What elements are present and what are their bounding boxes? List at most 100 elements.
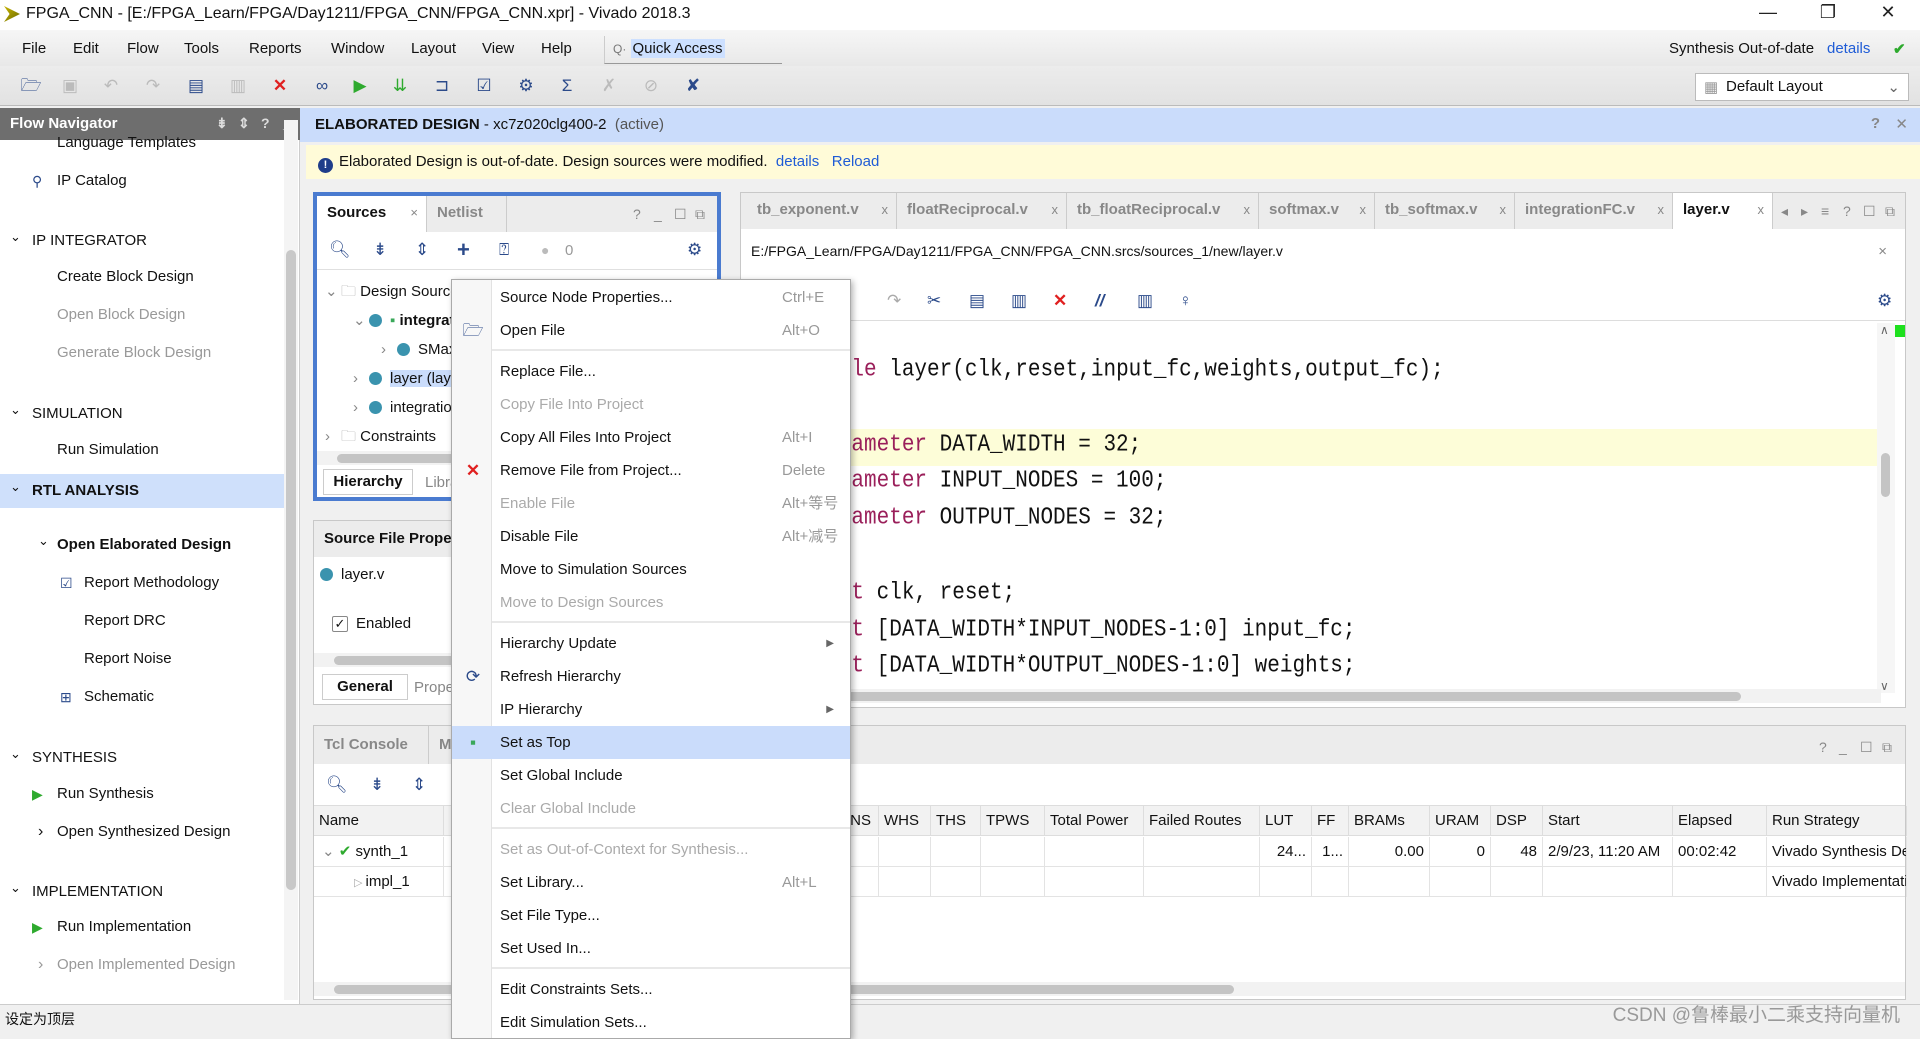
menu-item[interactable]: Move to Design Sources [452,586,850,619]
column-header[interactable]: FF [1312,806,1349,836]
flow-nav-item[interactable]: Run Simulation [0,433,284,467]
menu-item[interactable]: Disable File Alt+减号 [452,520,850,553]
cancel-icon[interactable]: ✘ [682,75,704,97]
flow-navigator-scrollbar[interactable] [284,120,298,1000]
close-icon[interactable]: ✕ [1895,115,1908,133]
column-header[interactable]: URAM [1430,806,1491,836]
chevron-right-icon[interactable]: › [353,365,369,393]
editor-hscroll[interactable] [741,689,1881,703]
column-header[interactable]: DSP [1491,806,1543,836]
menu-item[interactable]: Edit Simulation Sets... [452,1006,850,1039]
close-tab-icon[interactable]: x [1658,193,1665,227]
add-sources-icon[interactable]: + [457,237,470,263]
cut-icon[interactable]: ✂ [927,291,941,311]
undo-icon[interactable]: ↶ [100,75,122,97]
menu-reports[interactable]: Reports [249,40,302,57]
menu-edit[interactable]: Edit [73,40,99,57]
flow-nav-item[interactable]: Create Block Design [0,260,284,294]
flow-nav-item[interactable]: ⌄ Open Elaborated Design [0,528,284,562]
menu-item[interactable]: Set Library... Alt+L [452,866,850,899]
help-icon[interactable]: ? [1871,115,1880,132]
menu-item[interactable]: Source Node Properties... Ctrl+E [452,281,850,314]
editor-tab[interactable]: layer.v x [1673,193,1773,229]
copy-icon[interactable]: ▤ [185,75,207,97]
float-icon[interactable]: ⧉ [695,206,705,223]
column-header[interactable]: Run Strategy [1767,806,1907,836]
chevron-right-icon[interactable]: › [325,423,341,451]
close-button[interactable]: ✕ [1868,2,1908,23]
tab-sources[interactable]: Sources × [317,196,427,232]
enabled-checkbox[interactable]: ✓ Enabled [332,615,411,632]
gear-icon[interactable]: ⚙ [687,240,702,260]
flow-nav-item[interactable]: ⚲ IP Catalog [0,164,284,198]
column-icon[interactable]: ▥ [1137,291,1153,311]
banner-reload-link[interactable]: Reload [832,153,880,170]
float-icon[interactable]: ⧉ [1882,739,1892,756]
chevron-down-icon[interactable]: ⌄ [353,307,369,335]
menu-layout[interactable]: Layout [411,40,456,57]
close-tab-icon[interactable]: x [882,193,889,227]
tree-item[interactable]: ⌄ 🗀 Design Sources [325,278,466,306]
comment-icon[interactable]: // [1095,291,1104,311]
help-icon[interactable]: ? [1843,203,1851,219]
delete-icon[interactable]: ✕ [1053,291,1067,311]
menu-item[interactable]: ⟳ Refresh Hierarchy [452,660,850,693]
float-icon[interactable]: ⧉ [1885,203,1895,220]
menu-item[interactable]: ▪ Set as Top [452,726,850,759]
flow-nav-item[interactable]: ⌄ IMPLEMENTATION [0,875,284,909]
close-path-icon[interactable]: × [1878,243,1887,260]
minimize-icon[interactable]: _ [1839,739,1847,755]
settings-icon[interactable]: ⚙ [515,75,537,97]
tab-list-icon[interactable]: ≡ [1821,203,1829,219]
flow-nav-item[interactable]: › Open Implemented Design [0,948,284,982]
minimize-button[interactable]: — [1748,2,1788,23]
help-icon[interactable]: ? [1819,739,1827,755]
redo-icon[interactable]: ↷ [887,291,901,311]
column-header[interactable]: Elapsed [1673,806,1767,836]
menu-flow[interactable]: Flow [127,40,159,57]
column-header[interactable]: Start [1543,806,1673,836]
column-header[interactable]: Name [314,806,444,836]
flow-nav-item[interactable]: ⌄ RTL ANALYSIS [0,474,284,508]
collapse-all-icon[interactable]: ⇟ [373,240,387,260]
menu-item[interactable]: Set Used In... [452,932,850,965]
tree-item[interactable]: › 🗀 Constraints [325,423,436,451]
collapse-all-icon[interactable]: ⇟ [370,775,384,795]
menu-item[interactable]: Set Global Include [452,759,850,792]
sigma-icon[interactable]: Σ [556,75,578,97]
quick-access-input[interactable]: Q· Quick Access [604,36,782,64]
menu-help[interactable]: Help [541,40,572,57]
menu-item[interactable]: IP Hierarchy ▶ [452,693,850,726]
scroll-tabs-right-icon[interactable]: ▸ [1801,203,1808,220]
scroll-tabs-left-icon[interactable]: ◂ [1781,203,1788,220]
banner-details-link[interactable]: details [776,153,819,170]
tab-general[interactable]: General [322,674,408,700]
tree-item[interactable]: › SMax [381,336,456,364]
menu-item[interactable]: Copy File Into Project [452,388,850,421]
code-editor[interactable]: module layer(clk,reset,input_fc,weights,… [741,323,1877,693]
close-tab-icon[interactable]: x [1758,193,1765,227]
editor-tab[interactable]: tb_floatReciprocal.v x [1067,193,1259,229]
find-icon[interactable]: ∞ [311,75,333,97]
flow-nav-item[interactable]: ⌄ IP INTEGRATOR [0,224,284,258]
expand-all-icon[interactable]: ⇕ [412,775,426,795]
run-bitstream-icon[interactable]: ⇊ [389,75,411,97]
menu-item[interactable]: Enable File Alt+等号 [452,487,850,520]
properties-icon[interactable]: ⍰ [499,240,509,260]
layout-dropdown[interactable]: ▦ Default Layout ⌄ [1695,73,1909,101]
menu-item[interactable]: ✕ Remove File from Project... Delete [452,454,850,487]
chevron-down-icon[interactable]: ⌄ [322,843,339,860]
redo-icon[interactable]: ↷ [142,75,164,97]
tab-tcl-console[interactable]: Tcl Console [314,726,429,764]
column-header[interactable]: TPWS [981,806,1045,836]
column-header[interactable]: Total Power [1045,806,1144,836]
menu-item[interactable]: 🗁 Open File Alt+O [452,314,850,347]
menu-tools[interactable]: Tools [184,40,219,57]
close-tab-icon[interactable]: x [1244,193,1251,227]
flow-nav-item[interactable]: Open Block Design [0,298,284,332]
paste-icon[interactable]: ▥ [227,75,249,97]
chevron-down-icon[interactable]: ⌄ [325,278,341,306]
menu-item[interactable]: Set File Type... [452,899,850,932]
flow-nav-item[interactable]: ⌄ SYNTHESIS [0,741,284,775]
flow-nav-item[interactable]: ▶ Run Synthesis [0,777,284,811]
